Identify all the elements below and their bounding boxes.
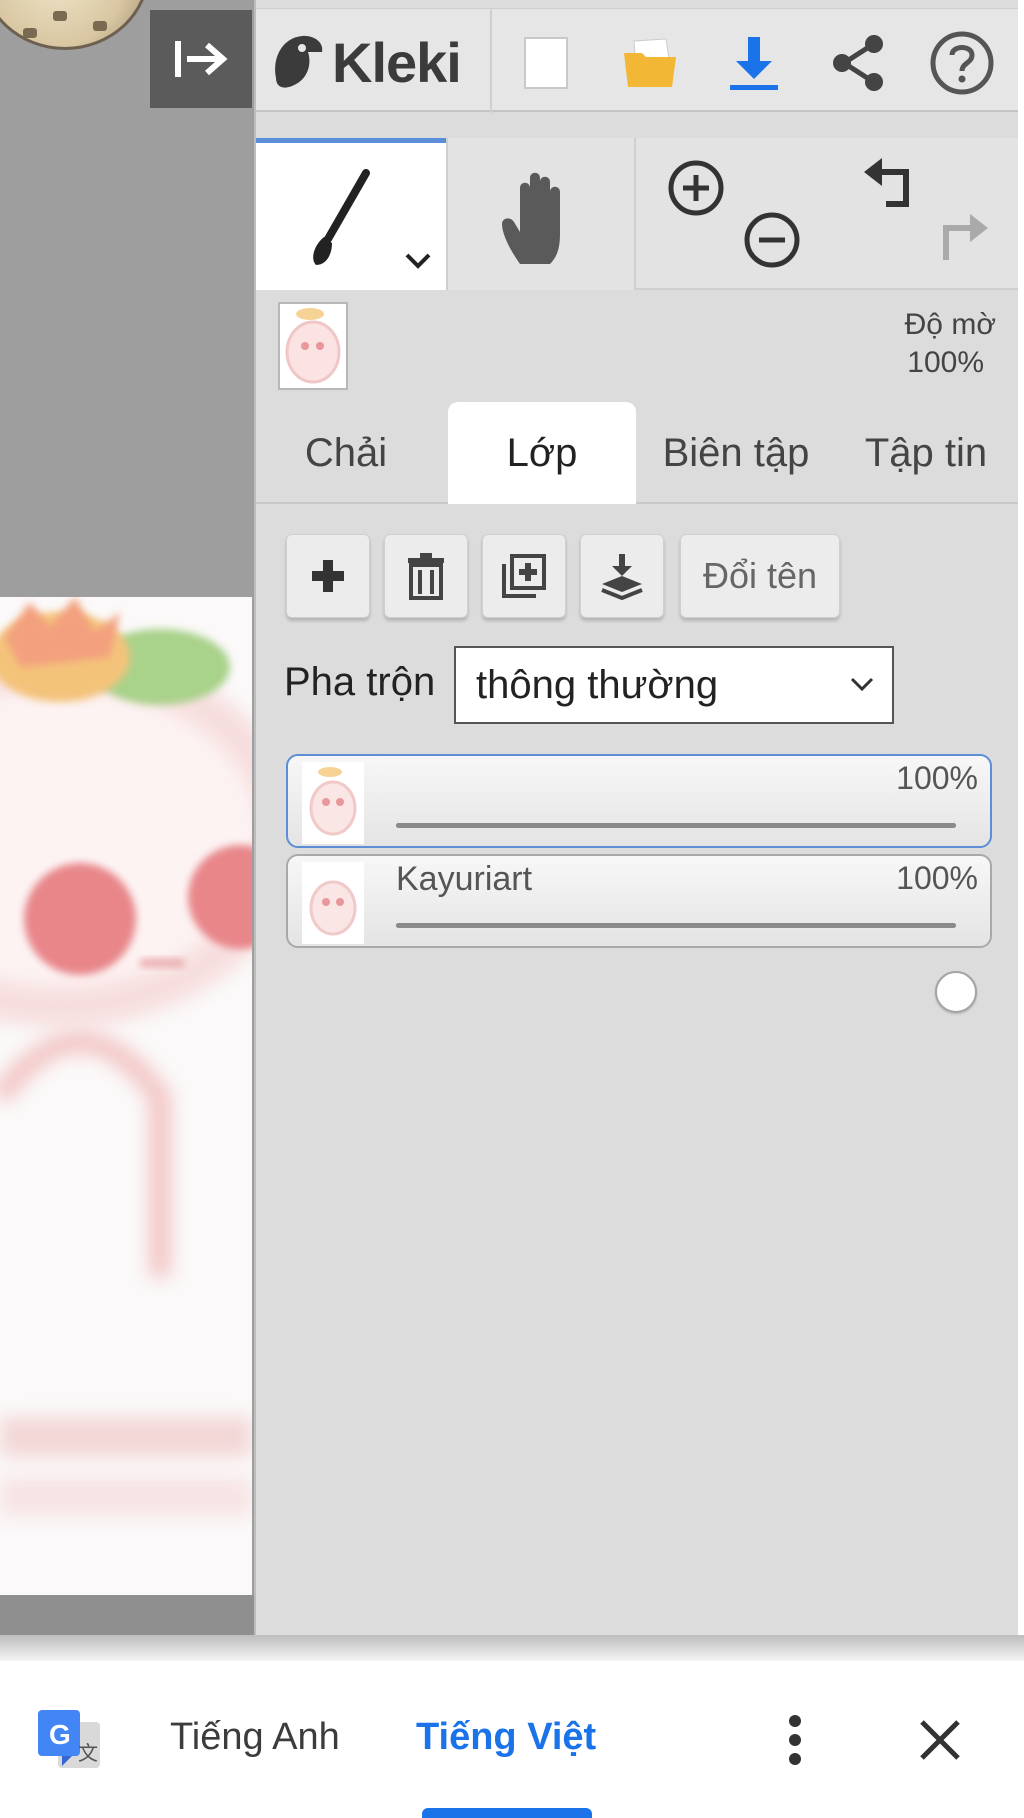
brush-icon [313,169,370,265]
user-avatar[interactable] [0,0,150,50]
layer-name: Kayuriart [396,860,533,898]
target-language-option[interactable]: Tiếng Việt [416,1716,596,1759]
blend-mode-select[interactable]: thông thường [454,646,894,724]
download-icon [730,37,778,90]
top-toolbar: Kleki [256,8,1020,113]
redo-button[interactable] [932,212,992,272]
blend-mode-value: thông thường [476,662,719,707]
tool-row [256,138,1020,290]
kleki-logo-icon [275,35,323,88]
layer-row[interactable]: 100% [286,754,992,913]
drawing-canvas[interactable] [0,597,252,1595]
panel-tabs: Chải Lớp Biên tập Tập tin [256,402,1020,504]
opacity-label: Độ mờ [904,308,996,341]
layer-opacity-fill [396,923,956,928]
layer-preview-thumbnail[interactable] [278,302,348,390]
more-options-button[interactable] [770,1710,820,1770]
layer-row[interactable]: Kayuriart 100% [286,854,992,1013]
redo-icon [943,214,988,260]
help-icon [930,31,994,95]
drawing-artwork [0,597,252,1595]
preview-artwork [285,308,341,384]
toolbar-divider [490,9,492,113]
canvas-area[interactable] [0,0,254,1635]
hand-tool-button[interactable] [446,138,636,290]
add-layer-button[interactable] [286,534,370,618]
app-logo: Kleki [268,27,488,97]
more-options-icon [789,1715,801,1765]
chevron-down-icon [850,677,874,692]
merge-down-icon [601,554,643,600]
chevron-down-icon [405,253,431,269]
layer-thumbnail [302,762,364,844]
new-page-icon [524,37,568,89]
opacity-value: 100% [907,346,984,379]
download-button[interactable] [718,27,790,99]
svg-text:文: 文 [78,1741,98,1765]
layer-opacity-handle[interactable] [935,971,977,1013]
zoom-out-icon [744,212,800,268]
google-translate-icon: G 文 [38,1710,100,1768]
delete-layer-button[interactable] [384,534,468,618]
tab-brush[interactable]: Chải [266,402,426,504]
help-button[interactable] [926,27,998,99]
source-language-option[interactable]: Tiếng Anh [170,1716,340,1759]
tool-panel: Kleki Độ mờ 100% Chải Lớp Biên tập Tập t… [254,0,1024,1635]
brush-tool-button[interactable] [256,138,446,290]
layer-thumbnail [302,862,364,944]
tab-file[interactable]: Tập tin [846,402,1006,504]
layer-opacity-slider[interactable] [396,823,977,913]
zoom-in-button[interactable] [666,158,726,218]
share-icon [833,35,883,91]
layer-opacity-text: 100% [896,860,978,896]
new-page-button[interactable] [510,27,582,99]
app-logo-text: Kleki [332,30,462,94]
preview-opacity-readout: Độ mờ 100% [836,306,996,382]
merge-down-button[interactable] [580,534,664,618]
blend-mode-label: Pha trộn [284,660,436,704]
layer-opacity-slider[interactable] [396,923,977,1013]
close-icon [920,1720,960,1760]
tab-edit[interactable]: Biên tập [646,402,826,504]
undo-icon [864,158,909,207]
layer-opacity-fill [396,823,956,828]
delete-layer-icon [408,553,444,600]
duplicate-layer-button[interactable] [482,534,566,618]
rename-layer-button[interactable]: Đổi tên [680,534,840,618]
undo-button[interactable] [860,156,920,216]
duplicate-layer-icon [502,554,546,598]
collapse-panel-icon [175,41,228,77]
open-file-button[interactable] [614,27,686,99]
translate-bar-shadow [0,1635,1024,1661]
share-button[interactable] [822,27,894,99]
zoom-in-icon [668,160,724,216]
collapse-panel-button[interactable] [150,10,252,108]
svg-text:G: G [49,1719,71,1750]
panel-edge [1018,0,1024,1635]
hand-icon [502,172,560,264]
active-language-indicator [422,1808,592,1818]
tab-layers[interactable]: Lớp [448,402,636,504]
layer-opacity-text: 100% [896,760,978,796]
google-translate-logo[interactable]: G 文 [36,1708,102,1774]
open-folder-icon [624,38,676,87]
close-translate-button[interactable] [912,1712,968,1768]
zoom-out-button[interactable] [742,210,802,270]
add-layer-icon [312,560,344,592]
